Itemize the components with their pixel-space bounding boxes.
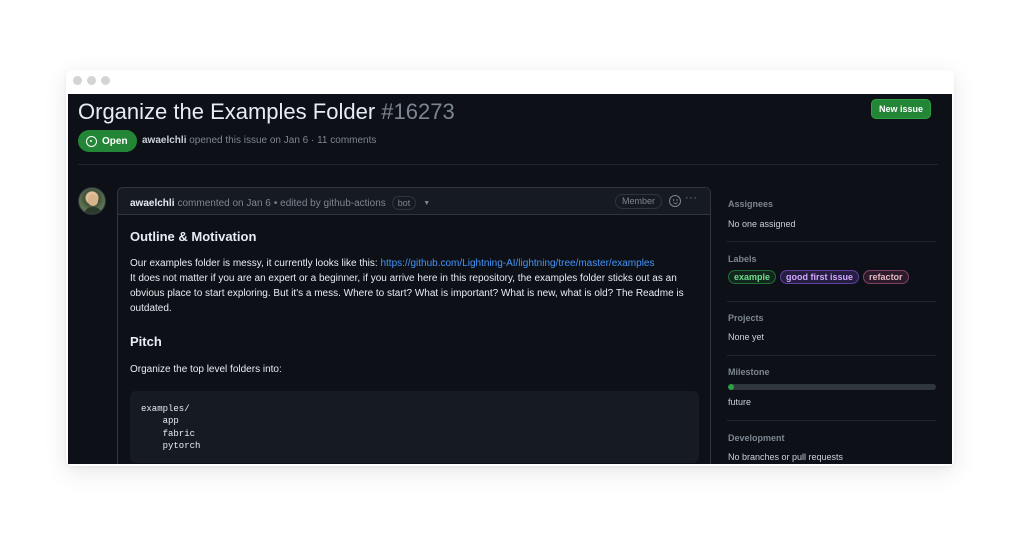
labels-list: example good first issue refactor: [728, 270, 909, 284]
milestone-progress-bar: [728, 384, 936, 390]
issue-title: Organize the Examples Folder #16273: [78, 98, 455, 126]
heading-outline-motivation: Outline & Motivation: [130, 229, 257, 244]
header-divider: [78, 164, 938, 165]
motivation-text-prefix: Our examples folder is messy, it current…: [130, 258, 381, 269]
edit-history-chevron-down-icon[interactable]: ▼: [423, 200, 430, 207]
motivation-text-rest: It does not matter if you are an expert …: [130, 273, 684, 314]
milestone-value[interactable]: future: [728, 397, 751, 407]
comment-edited-by[interactable]: • edited by github-actions: [274, 198, 386, 209]
sidebar-divider: [727, 241, 936, 242]
comment-header-text: awaelchli commented on Jan 6 • edited by…: [130, 196, 430, 210]
folder-structure-code-block: examples/ app fabric pytorch: [130, 391, 699, 463]
sidebar-divider: [727, 355, 936, 356]
bot-badge: bot: [391, 196, 417, 210]
window-zoom-dot[interactable]: [101, 76, 110, 85]
labels-heading[interactable]: Labels: [728, 254, 757, 264]
sidebar-divider: [727, 301, 936, 302]
window-titlebar: [66, 70, 954, 92]
comment-action[interactable]: commented on Jan 6: [177, 198, 270, 209]
issue-meta: awaelchli opened this issue on Jan 6 · 1…: [142, 135, 376, 146]
issue-comment: awaelchli commented on Jan 6 • edited by…: [117, 187, 711, 464]
issue-title-text: Organize the Examples Folder: [78, 99, 376, 124]
avatar-face: [88, 194, 98, 206]
milestone-progress-fill: [728, 384, 735, 390]
projects-heading[interactable]: Projects: [728, 313, 764, 323]
comment-options-kebab-icon[interactable]: ···: [685, 192, 698, 204]
avatar-body: [84, 207, 102, 214]
milestone-heading[interactable]: Milestone: [728, 367, 770, 377]
comment-body: Outline & Motivation Our examples folder…: [118, 229, 710, 463]
new-issue-button[interactable]: New issue: [871, 99, 931, 119]
issue-state-badge: Open: [78, 130, 137, 152]
comment-header: awaelchli commented on Jan 6 • edited by…: [118, 188, 710, 215]
label-example[interactable]: example: [728, 270, 777, 284]
issue-author-link[interactable]: awaelchli: [142, 135, 186, 146]
development-heading[interactable]: Development: [728, 433, 785, 443]
assignees-heading[interactable]: Assignees: [728, 199, 773, 209]
examples-folder-link[interactable]: https://github.com/Lightning-AI/lightnin…: [380, 258, 654, 269]
heading-pitch: Pitch: [130, 334, 162, 349]
issue-meta-text: opened this issue on Jan 6 · 11 comments: [189, 135, 377, 146]
page-viewport: Organize the Examples Folder #16273 New …: [68, 94, 952, 464]
sidebar-divider: [727, 420, 936, 421]
browser-window: Organize the Examples Folder #16273 New …: [66, 70, 954, 466]
label-refactor[interactable]: refactor: [863, 270, 909, 284]
window-close-dot[interactable]: [73, 76, 82, 85]
pitch-paragraph: Organize the top level folders into:: [130, 364, 282, 375]
development-value: No branches or pull requests: [728, 452, 844, 462]
member-badge: Member: [615, 194, 663, 209]
assignees-value: No one assigned: [728, 219, 796, 229]
comment-author-link[interactable]: awaelchli: [130, 198, 174, 209]
motivation-paragraph: Our examples folder is messy, it current…: [130, 256, 698, 316]
add-reaction-smiley-icon[interactable]: [669, 195, 681, 207]
label-good-first-issue[interactable]: good first issue: [780, 270, 860, 284]
window-minimize-dot[interactable]: [87, 76, 96, 85]
issue-number: #16273: [381, 99, 455, 124]
issue-state-label: Open: [102, 135, 128, 147]
projects-value: None yet: [728, 332, 765, 342]
issue-open-icon: [86, 135, 97, 147]
avatar[interactable]: [78, 187, 106, 215]
